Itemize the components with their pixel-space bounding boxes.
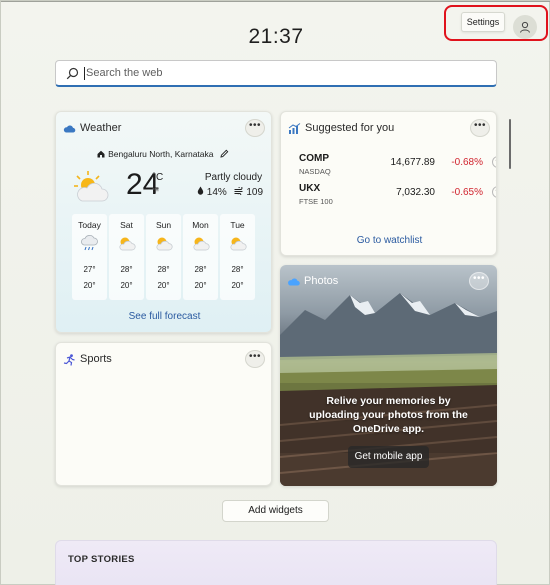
forecast-day[interactable]: Tue 28° 20° [220, 214, 255, 300]
unit-fahrenheit[interactable]: °F [152, 188, 159, 195]
sports-title: Sports [80, 353, 112, 365]
stock-value: 7,032.30 [396, 187, 435, 198]
stock-value: 14,677.89 [390, 157, 436, 168]
add-to-watchlist-icon[interactable]: + [492, 186, 496, 198]
stocks-title: Suggested for you [305, 122, 395, 134]
search-box[interactable] [55, 60, 497, 87]
forecast-low: 20° [120, 281, 133, 290]
forecast-low: 20° [157, 281, 170, 290]
rain-cloud-icon [80, 235, 99, 254]
weather-stats: 14% 109 [197, 186, 263, 198]
partly-cloudy-icon [117, 235, 136, 254]
go-to-watchlist-link[interactable]: Go to watchlist [281, 235, 496, 246]
partly-cloudy-icon [154, 235, 173, 254]
weather-condition: Partly cloudy [204, 172, 263, 183]
stock-symbol: COMP [299, 153, 329, 164]
avatar[interactable] [513, 15, 537, 39]
forecast-day-name: Sat [120, 220, 133, 230]
stock-change: -0.65% [451, 187, 483, 198]
forecast-low: 20° [194, 281, 207, 290]
forecast-day-name: Tue [230, 220, 245, 230]
forecast-high: 28° [231, 265, 244, 274]
weather-more-button[interactable]: ••• [245, 119, 265, 137]
get-mobile-app-button[interactable]: Get mobile app [348, 446, 429, 468]
stock-exchange: NASDAQ [299, 167, 331, 176]
forecast-day-name: Mon [192, 220, 209, 230]
partly-cloudy-large-icon [72, 169, 112, 210]
forecast-low: 20° [231, 281, 244, 290]
forecast-day-name: Today [78, 220, 101, 230]
stocks-more-button[interactable]: ••• [470, 119, 490, 137]
location-label: Bengaluru North, Karnataka [108, 149, 214, 159]
text-caret [84, 66, 85, 80]
settings-button[interactable]: Settings [461, 12, 505, 32]
weather-title: Weather [80, 122, 122, 134]
photos-widget[interactable]: Photos ••• Relive your memories by uploa… [280, 265, 497, 486]
add-to-watchlist-icon[interactable]: + [492, 156, 496, 168]
top-edge [1, 1, 550, 2]
forecast-day-name: Sun [155, 220, 172, 230]
forecast-high: 28° [120, 265, 133, 274]
unit-celsius[interactable]: °C [152, 172, 163, 183]
add-widgets-button[interactable]: Add widgets [222, 500, 329, 522]
partly-cloudy-icon [228, 235, 247, 254]
precipitation-value: 14% [206, 187, 227, 198]
wind-icon [234, 186, 247, 198]
forecast-high: 28° [194, 265, 207, 274]
forecast-high: 28° [157, 265, 170, 274]
top-stories-heading: TOP STORIES [68, 554, 135, 565]
forecast-day[interactable]: Sun 28° 20° [146, 214, 181, 300]
person-icon [520, 21, 530, 33]
raindrop-icon [197, 186, 207, 198]
stock-exchange: FTSE 100 [299, 197, 333, 206]
stocks-widget[interactable]: Suggested for you ••• COMP NASDAQ 14,677… [280, 111, 497, 256]
top-stories-section: TOP STORIES [55, 540, 497, 585]
weather-widget[interactable]: Weather ••• Bengaluru North, Karnataka 2… [55, 111, 272, 333]
search-icon [66, 66, 80, 80]
forecast-list: Today 27° 20° Sat 28° 20° Sun 28° 20° Mo… [72, 214, 255, 300]
stock-row[interactable]: COMP NASDAQ 14,677.89 -0.68% + [299, 153, 496, 181]
wind-value: 109 [246, 187, 264, 198]
edit-pencil-icon[interactable] [220, 149, 229, 160]
scrollbar[interactable] [509, 119, 511, 169]
search-input[interactable] [86, 67, 466, 79]
forecast-day[interactable]: Today 27° 20° [72, 214, 107, 300]
forecast-day[interactable]: Sat 28° 20° [109, 214, 144, 300]
photos-more-button[interactable]: ••• [469, 272, 489, 290]
photos-message: Relive your memories by uploading your p… [309, 395, 468, 435]
stock-row[interactable]: UKX FTSE 100 7,032.30 -0.65% + [299, 183, 496, 211]
widgets-panel: 21:37 Settings Weather ••• Bengaluru Nor… [0, 0, 550, 585]
photos-title: Photos [304, 275, 339, 287]
sports-more-button[interactable]: ••• [245, 350, 265, 368]
weather-location[interactable]: Bengaluru North, Karnataka [56, 149, 271, 160]
forecast-day[interactable]: Mon 28° 20° [183, 214, 218, 300]
home-icon [97, 150, 105, 160]
partly-cloudy-icon [191, 235, 210, 254]
forecast-low: 20° [83, 281, 96, 290]
weather-cloud-icon [63, 125, 76, 133]
see-full-forecast-link[interactable]: See full forecast [56, 311, 271, 322]
onedrive-cloud-icon [288, 278, 300, 286]
stock-chart-icon [288, 123, 301, 134]
sports-widget[interactable]: Sports ••• [55, 342, 272, 486]
stock-change: -0.68% [451, 157, 483, 168]
stock-symbol: UKX [299, 183, 321, 194]
runner-icon [63, 354, 75, 366]
forecast-high: 27° [83, 265, 96, 274]
